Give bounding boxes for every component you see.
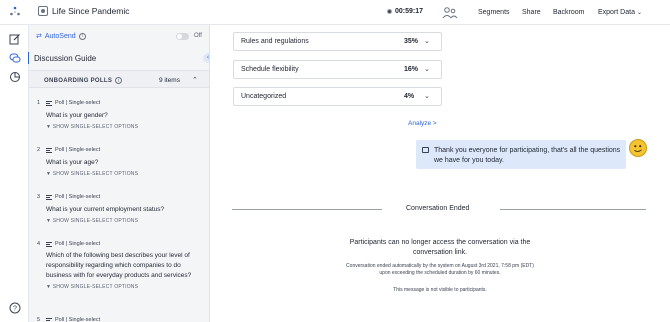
ended-note: This message is not visible to participa… [393, 287, 487, 293]
conversation-ended-label: Conversation Ended [406, 205, 470, 212]
people-icon[interactable] [442, 6, 458, 20]
poll-icon [46, 317, 52, 322]
polls-count: 9 items [159, 77, 180, 84]
ended-message: Participants can no longer access the co… [349, 239, 531, 256]
poll-header: 4 Poll | Single-select [37, 241, 207, 247]
info-icon[interactable]: i [115, 77, 123, 84]
poll-header: 3 Poll | Single-select [37, 194, 207, 200]
polls-title-label: ONBOARDING POLLS [44, 77, 113, 84]
poll-number: 2 [37, 147, 41, 153]
theme-label: Uncategorized [241, 93, 287, 100]
poll-header: 5 Poll | Single-select [37, 317, 207, 322]
theme-percent: 35% [404, 38, 419, 45]
poll-icon [46, 194, 52, 200]
show-options-toggle[interactable]: ▼ SHOW SINGLE-SELECT OPTIONS [46, 284, 207, 290]
poll-icon [46, 100, 52, 106]
discussion-guide-title: Discussion Guide [34, 54, 97, 63]
poll-icon [46, 241, 52, 247]
help-icon[interactable]: ? [9, 302, 21, 314]
info-icon[interactable]: i [78, 32, 86, 40]
polls-title: ONBOARDING POLLS i [44, 77, 123, 84]
backroom-link[interactable]: Backroom [553, 9, 585, 16]
poll-type: Poll | Single-select [55, 194, 101, 200]
left-rail: ? [0, 25, 30, 322]
session-timer: 00:59:17 [387, 8, 423, 15]
export-data-label: Export Data [598, 9, 635, 16]
page-title: Life Since Pandemic [52, 6, 130, 16]
dots-logo-icon[interactable] [9, 6, 21, 18]
onboarding-polls-header[interactable]: ONBOARDING POLLS i 9 items ⌃ [29, 70, 209, 88]
theme-percent: 4% [404, 93, 415, 100]
divider [232, 209, 382, 210]
show-options-toggle[interactable]: ▼ SHOW SINGLE-SELECT OPTIONS [46, 124, 207, 130]
poll-number: 4 [37, 241, 41, 247]
toggle-state-label: Off [194, 33, 202, 39]
theme-row[interactable]: Rules and regulations 35% ⌄ [233, 32, 442, 51]
poll-question: Which of the following best describes yo… [46, 252, 192, 279]
theme-row[interactable]: Schedule flexibility 16% ⌄ [233, 60, 442, 79]
ended-detail: Conversation ended automatically by the … [346, 263, 534, 276]
autosend-toggle[interactable] [176, 33, 189, 40]
list-item[interactable]: 1 Poll | Single-select What is your gend… [37, 100, 207, 130]
svg-text:?: ? [13, 306, 17, 313]
autosend-label: AutoSend [44, 32, 76, 40]
share-link[interactable]: Share [522, 9, 541, 16]
poll-type: Poll | Single-select [55, 147, 101, 153]
poll-header: 2 Poll | Single-select [37, 147, 207, 153]
poll-question: What is your gender? [46, 112, 108, 119]
edit-icon[interactable] [9, 33, 21, 45]
theme-row[interactable]: Uncategorized 4% ⌄ [233, 87, 442, 106]
autosend-setting: ⇄ AutoSend i [36, 32, 86, 40]
poll-type: Poll | Single-select [55, 317, 101, 322]
send-icon: ⇄ [36, 33, 42, 40]
chat-icon[interactable] [9, 52, 21, 64]
conversation-title: Life Since Pandemic [38, 6, 130, 16]
show-options-toggle[interactable]: ▼ SHOW SINGLE-SELECT OPTIONS [46, 171, 207, 177]
poll-type: Poll | Single-select [55, 241, 101, 247]
conversation-icon [38, 6, 48, 16]
record-icon [387, 9, 392, 14]
poll-number: 1 [37, 100, 41, 106]
discussion-sidebar: ⇄ AutoSend i Off Discussion Guide ‹ ONBO… [29, 25, 210, 322]
theme-label: Rules and regulations [241, 38, 309, 45]
chevron-down-icon: ⌄ [636, 10, 642, 16]
chart-icon[interactable] [9, 71, 21, 83]
chevron-up-icon[interactable]: ⌃ [192, 76, 198, 84]
segments-link[interactable]: Segments [478, 9, 510, 16]
timer-value: 00:59:17 [395, 8, 424, 15]
poll-question: What is your current employment status? [46, 206, 165, 213]
poll-icon [46, 147, 52, 153]
list-item[interactable]: 2 Poll | Single-select What is your age?… [37, 147, 207, 177]
list-item[interactable]: 3 Poll | Single-select What is your curr… [37, 194, 207, 224]
chevron-left-icon[interactable]: ‹ [203, 53, 209, 63]
top-bar: Life Since Pandemic 00:59:17 Segments Sh… [0, 0, 670, 25]
chevron-down-icon[interactable]: ⌄ [424, 92, 430, 100]
chevron-down-icon[interactable]: ⌄ [424, 37, 430, 45]
chevron-down-icon[interactable]: ⌄ [424, 65, 430, 73]
poll-header: 1 Poll | Single-select [37, 100, 207, 106]
list-item[interactable]: 4 Poll | Single-select Which of the foll… [37, 241, 207, 290]
poll-number: 5 [37, 317, 41, 322]
show-options-toggle[interactable]: ▼ SHOW SINGLE-SELECT OPTIONS [46, 218, 207, 224]
poll-number: 3 [37, 194, 41, 200]
divider [500, 209, 646, 210]
message-icon [422, 147, 429, 153]
poll-type: Poll | Single-select [55, 100, 101, 106]
bot-message-text: Thank you everyone for participating, th… [434, 147, 621, 164]
poll-question: What is your age? [46, 159, 99, 166]
list-item[interactable]: 5 Poll | Single-select [37, 317, 207, 322]
conversation-main: Rules and regulations 35% ⌄ Schedule fle… [210, 25, 670, 322]
export-data-dropdown[interactable]: Export Data ⌄ [598, 9, 642, 16]
theme-percent: 16% [404, 66, 419, 73]
theme-label: Schedule flexibility [241, 66, 299, 73]
bot-message: Thank you everyone for participating, th… [416, 140, 626, 169]
analyze-link[interactable]: Analyze > [408, 120, 437, 127]
bot-avatar-icon [629, 139, 647, 157]
